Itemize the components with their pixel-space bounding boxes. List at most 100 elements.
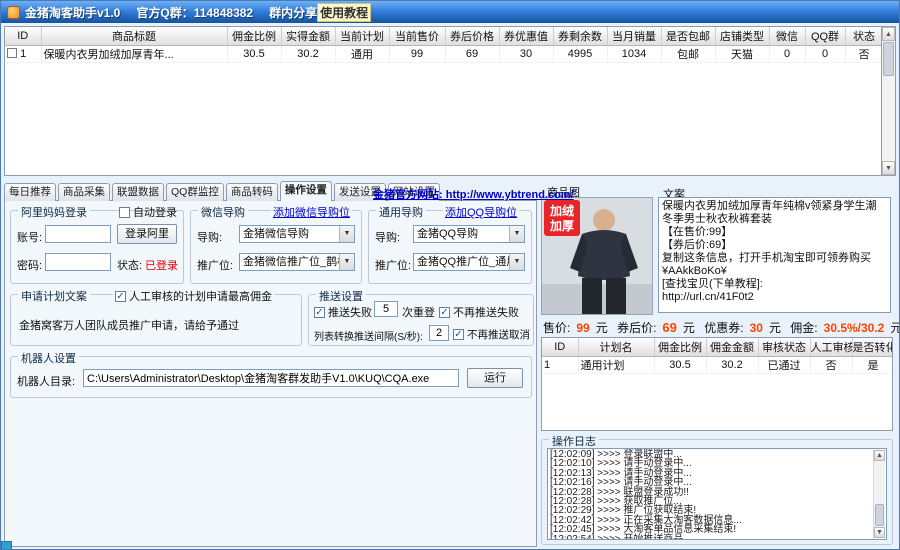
- header-amount: 实得金额: [281, 27, 335, 45]
- header-free-shipping: 是否包邮: [661, 27, 715, 45]
- robot-dir-label: 机器人目录:: [17, 373, 75, 389]
- copy-textarea[interactable]: 保暖内衣男加绒加厚青年纯棉v领紧身学生潮冬季男士秋衣秋裤套装 【在售价:99】 …: [658, 197, 891, 313]
- log-list[interactable]: [12:02:09] >>>> 登录联盟中... [12:02:10] >>>>…: [547, 448, 887, 540]
- price-value: 99: [576, 321, 589, 335]
- operation-log-title: 操作日志: [549, 433, 599, 449]
- app-icon: [7, 6, 20, 19]
- manual-review-checkbox[interactable]: ✓ 人工审核的计划申请最高佣金: [113, 288, 274, 304]
- password-input[interactable]: [45, 253, 111, 271]
- scroll-up-icon[interactable]: ▲: [874, 450, 885, 461]
- cell-plan: 通用: [335, 45, 389, 62]
- robot-settings-title: 机器人设置: [18, 350, 79, 366]
- scroll-up-icon[interactable]: ▲: [882, 27, 895, 41]
- coupon-value: 30: [750, 321, 763, 335]
- chevron-down-icon: ▼: [339, 254, 354, 270]
- log-line: [12:02:54] >>>> 开始推送商品...: [550, 535, 884, 540]
- plan-cell-rate: 30.5: [654, 356, 706, 373]
- operation-log-group: 操作日志 [12:02:09] >>>> 登录联盟中... [12:02:10]…: [541, 439, 893, 545]
- price-label: 售价:: [543, 321, 570, 335]
- plan-table: ID 计划名 佣金比例 佣金金额 审核状态 人工审核 是否转化 1 通用计划 3…: [541, 337, 893, 431]
- cell-qq: 0: [805, 45, 845, 62]
- chevron-down-icon: ▼: [339, 226, 354, 242]
- robot-dir-input[interactable]: [83, 369, 459, 387]
- login-ali-button[interactable]: 登录阿里: [117, 224, 177, 244]
- badge-text-line2: 加厚: [549, 218, 574, 233]
- scroll-down-icon[interactable]: ▼: [874, 527, 885, 538]
- cell-after-coupon: 69: [445, 45, 499, 62]
- product-photo: 加绒 加厚: [542, 198, 652, 314]
- run-button[interactable]: 运行: [467, 368, 523, 388]
- plan-cell-manual: 否: [810, 356, 852, 373]
- account-input[interactable]: [45, 225, 111, 243]
- scroll-thumb[interactable]: [883, 42, 894, 76]
- header-status: 状态: [845, 27, 882, 45]
- header-wechat: 微信: [769, 27, 805, 45]
- checkbox-checked-icon: ✓: [115, 291, 126, 302]
- password-label: 密码:: [17, 257, 42, 273]
- plan-header-id: ID: [542, 338, 578, 356]
- plan-header-amount: 佣金金额: [706, 338, 758, 356]
- after-coupon-label: 券后价:: [617, 321, 656, 335]
- push-settings-title: 推送设置: [316, 288, 366, 304]
- cell-rate: 30.5: [227, 45, 281, 62]
- coupon-label: 优惠券:: [704, 321, 743, 335]
- relogin-label: 次重登: [402, 304, 435, 320]
- plan-cell-amount: 30.2: [706, 356, 758, 373]
- corner-chip: [1, 541, 12, 550]
- relogin-count-input[interactable]: [374, 301, 398, 317]
- wechat-guide-select[interactable]: 金猪微信导购 ▼: [239, 225, 355, 243]
- table-scrollbar[interactable]: ▲ ▼: [881, 26, 896, 176]
- tab-product-transcode[interactable]: 商品转码: [226, 183, 278, 201]
- plan-apply-text[interactable]: 金猪窝客万人团队成员推广申请，请给予通过: [19, 317, 239, 333]
- product-image: 加绒 加厚: [541, 197, 653, 315]
- checkbox-checked-icon: ✓: [314, 307, 325, 318]
- row-checkbox[interactable]: [7, 48, 17, 58]
- plan-table-header-row: ID 计划名 佣金比例 佣金金额 审核状态 人工审核 是否转化: [542, 338, 893, 356]
- plan-header-review: 审核状态: [758, 338, 810, 356]
- scroll-down-icon[interactable]: ▼: [882, 161, 895, 175]
- ali-login-title: 阿里妈妈登录: [18, 204, 90, 220]
- official-qq-group: 官方Q群：114848382: [136, 4, 253, 21]
- plan-header-name: 计划名: [578, 338, 654, 356]
- tab-union-data[interactable]: 联盟数据: [112, 183, 164, 201]
- product-row[interactable]: 1 保暖内衣男加绒加厚青年... 30.5 30.2 通用 99 69 30 4…: [5, 45, 882, 62]
- checkbox-checked-icon: ✓: [439, 307, 450, 318]
- push-interval-input[interactable]: [429, 325, 449, 341]
- tab-qq-monitor[interactable]: QQ群监控: [166, 183, 224, 201]
- header-coupon-value: 券优惠值: [499, 27, 553, 45]
- scroll-thumb[interactable]: [875, 504, 884, 526]
- product-table-header-row: ID 商品标题 佣金比例 实得金额 当前计划 当前售价 券后价格 券优惠值 券剩…: [5, 27, 882, 45]
- log-scrollbar[interactable]: ▲ ▼: [873, 450, 885, 538]
- plan-row[interactable]: 1 通用计划 30.5 30.2 已通过 否 是: [542, 356, 893, 373]
- push-fail-checkbox[interactable]: ✓ 推送失败: [314, 304, 372, 320]
- tab-operation-settings[interactable]: 操作设置: [280, 181, 332, 201]
- wechat-promo-label: 推广位:: [197, 257, 233, 273]
- auto-login-checkbox[interactable]: 自动登录: [119, 204, 177, 220]
- official-site-link[interactable]: 金猪官方网站: http://www.ybtrend.com/: [373, 186, 574, 202]
- header-coupon-left: 券剩余数: [553, 27, 607, 45]
- cell-status: 否: [845, 45, 882, 62]
- price-summary: 售价:99元 券后价:69元 优惠券:30元 佣金:30.5%/30.2元: [543, 319, 893, 336]
- add-qq-slot-link[interactable]: 添加QQ导购位: [443, 204, 519, 220]
- no-push-fail-checkbox[interactable]: ✓ 不再推送失败: [439, 304, 519, 320]
- app-window: 金猪淘客助手v1.0 官方Q群：114848382 群内分享 使用教程 ID 商…: [0, 0, 900, 550]
- commission-value: 30.5%/30.2: [824, 321, 885, 335]
- window-title: 金猪淘客助手v1.0: [25, 4, 120, 21]
- status-label: 状态:: [117, 257, 142, 273]
- tab-daily-recommend[interactable]: 每日推荐: [4, 183, 56, 201]
- cell-coupon-left: 4995: [553, 45, 607, 62]
- header-shop-type: 店铺类型: [715, 27, 769, 45]
- wechat-guide-label: 导购:: [197, 229, 222, 245]
- no-push-cancel-checkbox[interactable]: ✓ 不再推送取消: [453, 327, 530, 342]
- header-title: 商品标题: [41, 27, 227, 45]
- plan-text-title: 申请计划文案: [18, 288, 90, 304]
- plan-header-converted: 是否转化: [852, 338, 893, 356]
- qq-guide-label: 导购:: [375, 229, 400, 245]
- header-current-price: 当前售价: [389, 27, 445, 45]
- checkbox-icon: [119, 207, 130, 218]
- qq-guide-select[interactable]: 金猪QQ导购 ▼: [413, 225, 525, 243]
- wechat-promo-select[interactable]: 金猪微信推广位_鹊桥 ▼: [239, 253, 355, 271]
- add-wechat-slot-link[interactable]: 添加微信导购位: [271, 204, 352, 220]
- tab-product-collect[interactable]: 商品采集: [58, 183, 110, 201]
- qq-promo-select[interactable]: 金猪QQ推广位_通用 ▼: [413, 253, 525, 271]
